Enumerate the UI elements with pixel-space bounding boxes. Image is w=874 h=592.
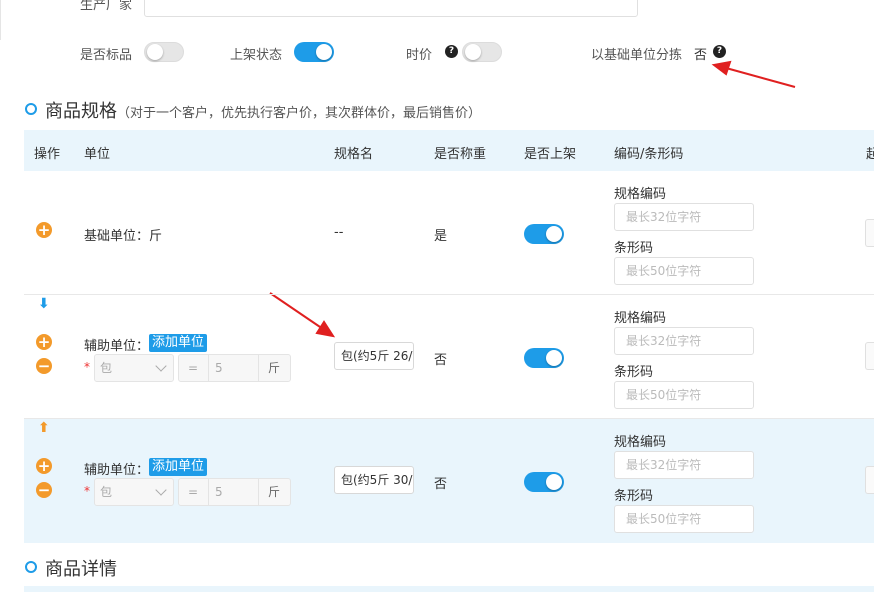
spec-code-input[interactable]: 最长32位字符 [614,327,754,355]
section-dot-icon [25,561,37,573]
header-code: 编码/条形码 [614,147,684,162]
specs-section-title: 商品规格（对于一个客户，优先执行客户价，其次群体价，最后销售价） [45,97,481,123]
listed-toggle[interactable] [524,348,564,368]
header-action: 操作 [34,147,61,162]
code-label: 规格编码 [614,187,667,202]
header-spec-name: 规格名 [334,147,374,162]
conversion-qty: 5 [215,361,223,375]
header-unit: 单位 [84,147,111,162]
move-up-icon[interactable]: ⬆ [38,421,50,435]
code-label: 规格编码 [614,435,667,450]
specs-title: 商品规格 [45,101,117,122]
conversion-field[interactable]: = 5 斤 [178,478,291,506]
weighted-value: 否 [434,353,448,368]
spec-name-input[interactable]: 包(约5斤 26/ [334,342,414,370]
equals-sign: = [188,361,199,375]
annotation-arrow-line [725,67,796,88]
annotation-arrow-head [711,60,732,76]
barcode-input[interactable]: 最长50位字符 [614,257,754,285]
specs-subtitle: （对于一个客户，优先执行客户价，其次群体价，最后销售价） [117,106,482,121]
divider [208,355,209,381]
required-mark: * [84,360,90,374]
barcode-label: 条形码 [614,365,654,380]
section-dot-icon [25,103,37,115]
unit-select-value: 包 [100,485,113,499]
remove-icon[interactable]: − [36,482,52,498]
aux-unit-label: 辅助单位： [84,339,150,354]
unit-select[interactable]: 包 [94,354,174,382]
listed-toggle[interactable] [524,224,564,244]
base-unit-text: 基础单位：斤 [84,229,163,244]
toggle-knob [546,474,562,490]
add-icon[interactable]: + [36,458,52,474]
toggle-knob [546,226,562,242]
barcode-label: 条形码 [614,241,654,256]
required-mark: * [84,484,90,498]
conversion-unit: 斤 [268,485,281,499]
code-label: 规格编码 [614,311,667,326]
spec-name-input[interactable]: 包(约5斤 30/ [334,466,414,494]
toggle-knob [546,350,562,366]
weighted-value: 是 [434,229,448,244]
barcode-input[interactable]: 最长50位字符 [614,381,754,409]
equals-sign: = [188,485,199,499]
aux-unit-label: 辅助单位： [84,463,150,478]
barcode-input[interactable]: 最长50位字符 [614,505,754,533]
header-truncated: 起 [866,147,874,162]
add-unit-button[interactable]: 添加单位 [149,334,208,352]
details-header-strip [24,586,874,592]
header-listed: 是否上架 [524,147,577,162]
divider [258,479,259,505]
add-unit-button[interactable]: 添加单位 [149,458,208,476]
listed-toggle[interactable] [524,472,564,492]
chevron-down-icon [155,484,167,496]
weighted-value: 否 [434,477,448,492]
conversion-unit: 斤 [268,361,281,375]
truncated-input[interactable] [865,342,874,370]
unit-select-value: 包 [100,361,113,375]
spec-code-input[interactable]: 最长32位字符 [614,451,754,479]
move-down-icon[interactable]: ⬇ [38,297,50,311]
conversion-field[interactable]: = 5 斤 [178,354,291,382]
truncated-input[interactable] [865,466,874,494]
divider [258,355,259,381]
truncated-input[interactable] [865,219,874,247]
barcode-label: 条形码 [614,489,654,504]
header-weighted: 是否称重 [434,147,487,162]
add-icon[interactable]: + [36,334,52,350]
spec-name-text: -- [334,225,344,240]
details-section-title: 商品详情 [45,559,117,580]
conversion-qty: 5 [215,485,223,499]
add-icon[interactable]: + [36,222,52,238]
spec-code-input[interactable]: 最长32位字符 [614,203,754,231]
divider [208,479,209,505]
unit-select[interactable]: 包 [94,478,174,506]
chevron-down-icon [155,360,167,372]
remove-icon[interactable]: − [36,358,52,374]
